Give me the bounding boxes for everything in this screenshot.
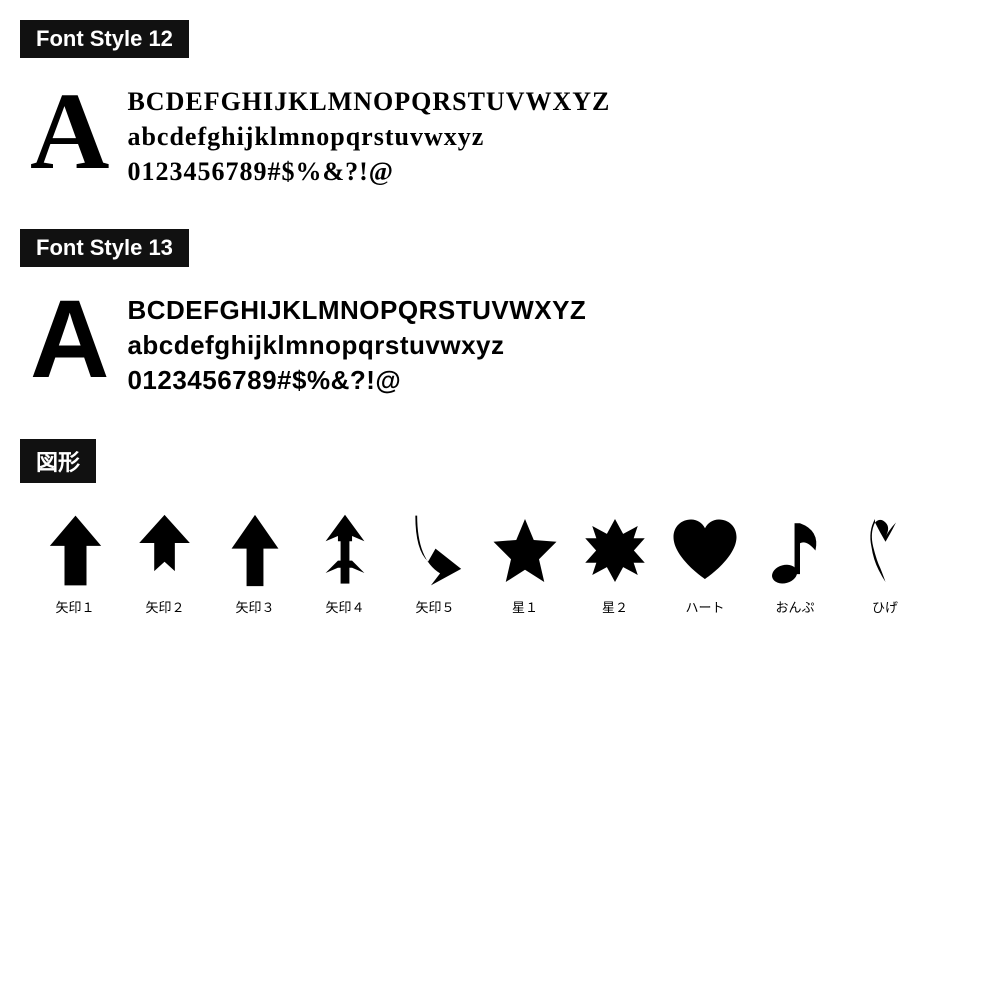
shape-label-arrow5: 矢印５ [415, 597, 454, 616]
shape-label-mustache: ひげ [872, 597, 898, 616]
font-style-13-demo: A BCDEFGHIJKLMNOPQRSTUVWXYZ abcdefghijkl… [20, 285, 980, 398]
font-style-12-section: Font Style 12 A BCDEFGHIJKLMNOPQRSTUVWXY… [20, 20, 980, 189]
font-style-12-big-letter: A [30, 76, 109, 186]
font-style-12-line1: BCDEFGHIJKLMNOPQRSTUVWXYZ [127, 84, 610, 119]
shape-icon-mustache [850, 511, 920, 591]
font-style-12-chars: BCDEFGHIJKLMNOPQRSTUVWXYZ abcdefghijklmn… [127, 76, 610, 189]
font-style-13-line3: 0123456789#$%&?!@ [127, 363, 586, 398]
font-style-13-chars: BCDEFGHIJKLMNOPQRSTUVWXYZ abcdefghijklmn… [127, 285, 586, 398]
shape-icon-heart [670, 511, 740, 591]
shape-item-star1: 星１ [480, 511, 570, 616]
shape-icon-note [760, 511, 830, 591]
font-style-13-line1: BCDEFGHIJKLMNOPQRSTUVWXYZ [127, 293, 586, 328]
shape-icon-star1 [490, 511, 560, 591]
font-style-12-line3: 0123456789#$%&?!@ [127, 154, 610, 189]
font-style-12-demo: A BCDEFGHIJKLMNOPQRSTUVWXYZ abcdefghijkl… [20, 76, 980, 189]
shape-item-arrow5: 矢印５ [390, 511, 480, 616]
shape-label-note: おんぷ [775, 597, 814, 616]
shape-label-heart: ハート [685, 597, 724, 616]
shape-label-arrow3: 矢印３ [235, 597, 274, 616]
font-style-13-badge: Font Style 13 [20, 229, 189, 267]
shape-icon-arrow5 [400, 511, 470, 591]
shapes-badge: 図形 [20, 439, 96, 483]
shape-label-arrow1: 矢印１ [55, 597, 94, 616]
font-style-13-big-letter: A [30, 285, 109, 395]
font-style-12-line2: abcdefghijklmnopqrstuvwxyz [127, 119, 610, 154]
shape-item-note: おんぷ [750, 511, 840, 616]
font-style-12-badge: Font Style 12 [20, 20, 189, 58]
shapes-row: 矢印１ 矢印２ 矢印３ [20, 511, 980, 616]
shape-label-arrow4: 矢印４ [325, 597, 364, 616]
shape-item-arrow2: 矢印２ [120, 511, 210, 616]
shape-icon-arrow3 [220, 511, 290, 591]
font-style-13-section: Font Style 13 A BCDEFGHIJKLMNOPQRSTUVWXY… [20, 229, 980, 398]
shape-label-star1: 星１ [512, 597, 538, 616]
shape-icon-arrow2 [130, 511, 200, 591]
shape-item-heart: ハート [660, 511, 750, 616]
font-style-13-line2: abcdefghijklmnopqrstuvwxyz [127, 328, 586, 363]
shape-label-arrow2: 矢印２ [145, 597, 184, 616]
shape-icon-arrow1 [40, 511, 110, 591]
shape-item-mustache: ひげ [840, 511, 930, 616]
shape-label-star2: 星２ [602, 597, 628, 616]
shape-icon-star2 [580, 511, 650, 591]
page: Font Style 12 A BCDEFGHIJKLMNOPQRSTUVWXY… [0, 0, 1000, 1000]
shape-icon-arrow4 [310, 511, 380, 591]
shape-item-arrow4: 矢印４ [300, 511, 390, 616]
shape-item-arrow3: 矢印３ [210, 511, 300, 616]
shape-item-arrow1: 矢印１ [30, 511, 120, 616]
shapes-section: 図形 矢印１ 矢印２ [20, 439, 980, 616]
shape-item-star2: 星２ [570, 511, 660, 616]
